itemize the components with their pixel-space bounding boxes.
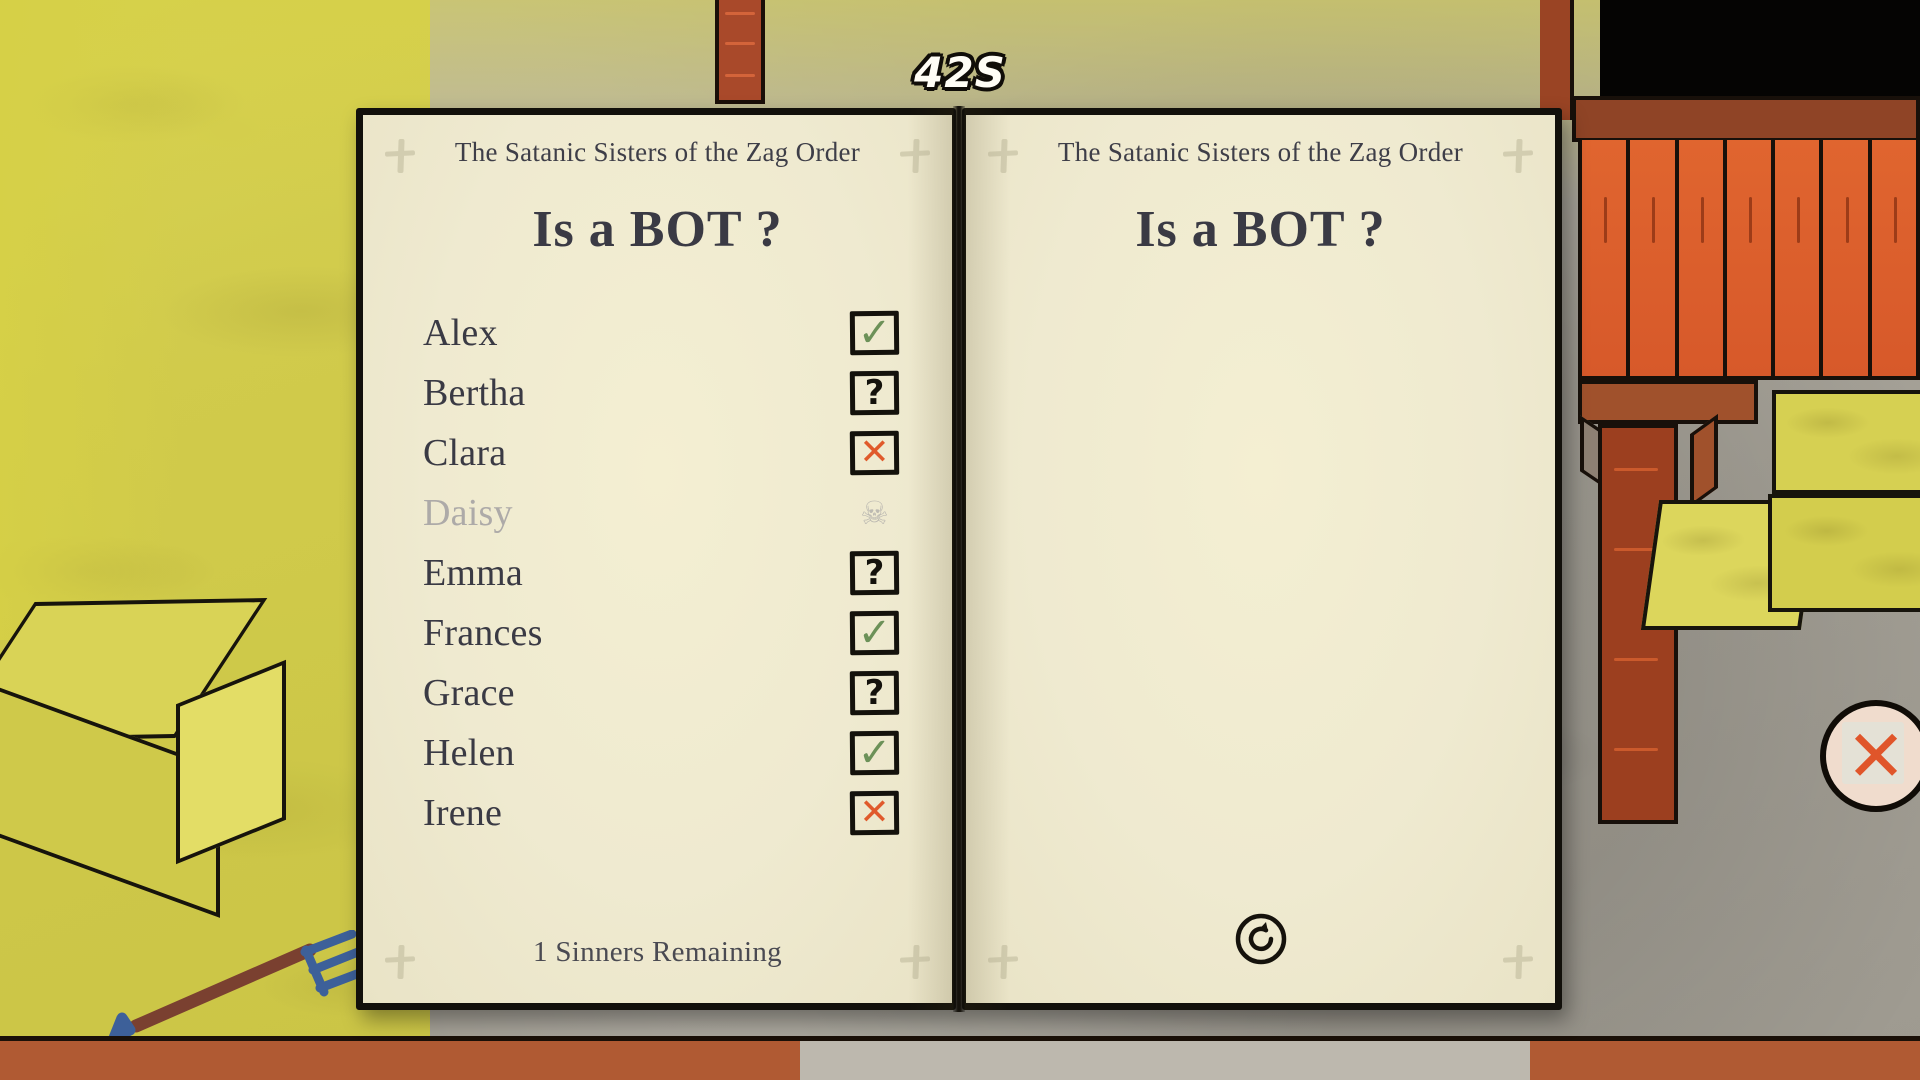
refresh-icon[interactable] [1233, 911, 1289, 967]
close-button[interactable]: ✕ [1820, 700, 1920, 812]
mark-glyph: ✓ [857, 730, 892, 776]
list-item[interactable]: Helen ✓ [423, 723, 903, 783]
list-item[interactable]: Irene ✕ [423, 783, 903, 843]
barn-shelf-beam [1578, 380, 1758, 424]
left-page-surface: The Satanic Sisters of the Zag Order Is … [363, 115, 952, 1003]
left-page-heading: Is a BOT ? [532, 201, 783, 258]
mark-glyph: ✕ [859, 792, 890, 833]
suspect-name: Alex [423, 312, 498, 354]
hay-bale-barn-a [1772, 390, 1920, 494]
right-page-surface: The Satanic Sisters of the Zag Order Is … [966, 115, 1555, 1003]
corner-cross-icon [988, 139, 1018, 173]
spine-shadow-left [908, 108, 954, 1010]
checkmark-icon[interactable]: ✓ [849, 730, 900, 776]
mark-glyph: ✓ [857, 610, 892, 656]
list-item[interactable]: Emma ? [423, 543, 903, 603]
barn-top-beam [1572, 96, 1920, 142]
list-item[interactable]: Frances ✓ [423, 603, 903, 663]
suspect-name: Frances [423, 612, 543, 654]
question-mark-icon[interactable]: ? [849, 550, 900, 596]
close-x-icon: ✕ [1845, 714, 1907, 798]
right-page-title: The Satanic Sisters of the Zag Order [1057, 137, 1464, 167]
list-item[interactable]: Alex ✓ [423, 303, 903, 363]
corner-cross-icon [1503, 139, 1533, 173]
pitchfork-icon [108, 930, 360, 1044]
suspect-name: Daisy [423, 492, 513, 534]
suspect-name: Bertha [423, 372, 526, 414]
barn-plank-wall [1578, 140, 1920, 380]
notebook: The Satanic Sisters of the Zag Order Is … [356, 106, 1562, 1012]
countdown-timer: 42S [914, 48, 1006, 97]
x-mark-icon[interactable]: ✕ [849, 790, 900, 836]
left-page-title: The Satanic Sisters of the Zag Order [454, 137, 861, 167]
mark-glyph: ? [864, 373, 885, 413]
suspect-name: Emma [423, 552, 523, 594]
mark-glyph: ☠ [860, 494, 889, 532]
corner-cross-icon [1503, 945, 1533, 979]
list-item: Daisy ☠ [423, 483, 903, 543]
skull-and-crossbones-icon: ☠ [850, 491, 899, 535]
book-spine [953, 106, 965, 1012]
list-item[interactable]: Grace ? [423, 663, 903, 723]
notebook-right-page: The Satanic Sisters of the Zag Order Is … [962, 108, 1562, 1010]
mark-glyph: ✓ [857, 310, 892, 356]
corner-cross-icon [900, 945, 930, 979]
x-mark-icon[interactable]: ✕ [849, 430, 900, 476]
right-page-heading: Is a BOT ? [1135, 201, 1386, 258]
suspect-name: Helen [423, 732, 515, 774]
game-screen: 42S The Satanic Sisters of the Zag Order… [0, 0, 1920, 1080]
corner-cross-icon [988, 945, 1018, 979]
corner-cross-icon [385, 945, 415, 979]
mark-glyph: ? [864, 673, 885, 713]
hay-bale-left [0, 590, 286, 918]
sinners-remaining-label: 1 Sinners Remaining [533, 936, 782, 968]
checkmark-icon[interactable]: ✓ [849, 610, 900, 656]
corner-cross-icon [385, 139, 415, 173]
spine-shadow-right [964, 108, 1010, 1010]
suspect-name: Grace [423, 672, 515, 714]
mark-glyph: ? [864, 553, 885, 593]
notebook-left-page: The Satanic Sisters of the Zag Order Is … [356, 108, 956, 1010]
list-item[interactable]: Bertha ? [423, 363, 903, 423]
question-mark-icon[interactable]: ? [849, 370, 900, 416]
list-item[interactable]: Clara ✕ [423, 423, 903, 483]
floor-plank-strip [0, 1036, 1920, 1080]
hay-bale-barn-b [1768, 494, 1920, 612]
question-mark-icon[interactable]: ? [849, 670, 900, 716]
suspect-name: Irene [423, 792, 503, 834]
suspect-list: Alex ✓ Bertha ? Clara ✕ Daisy ☠ Emma ? F… [423, 303, 903, 843]
mark-glyph: ✕ [859, 432, 890, 473]
corner-cross-icon [900, 139, 930, 173]
suspect-name: Clara [423, 432, 507, 474]
checkmark-icon[interactable]: ✓ [849, 310, 900, 356]
